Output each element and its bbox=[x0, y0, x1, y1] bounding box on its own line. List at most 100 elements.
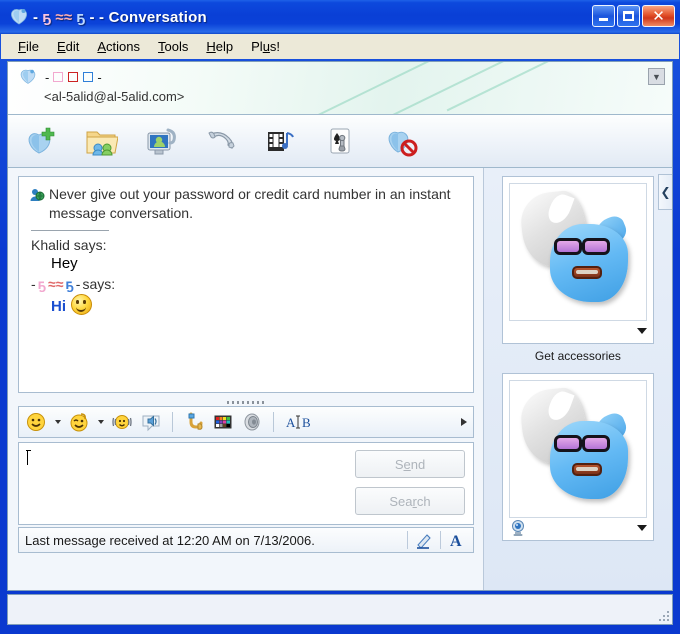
sidebar: ❮ Get accessories bbox=[482, 168, 672, 590]
webcam-monitor-icon[interactable] bbox=[144, 124, 178, 158]
menu-edit[interactable]: Edit bbox=[48, 36, 88, 57]
svg-text:B: B bbox=[302, 415, 311, 430]
search-label-post: ch bbox=[416, 493, 431, 509]
menu-actions-post: ctions bbox=[106, 39, 141, 54]
menu-help[interactable]: Help bbox=[197, 36, 242, 57]
resize-grip-icon[interactable] bbox=[656, 608, 669, 621]
smiley-emoticon bbox=[71, 294, 92, 315]
contact-glyph-box-red bbox=[68, 72, 79, 82]
title-nick-pink: ҕ bbox=[42, 8, 52, 26]
font-ab-icon[interactable]: A B bbox=[284, 411, 314, 433]
maximize-icon bbox=[623, 11, 634, 21]
wink-dropdown-caret-icon[interactable] bbox=[98, 420, 104, 424]
voice-bubble-icon[interactable] bbox=[140, 411, 162, 433]
card-chess-icon[interactable] bbox=[324, 124, 358, 158]
menu-plus[interactable]: Plus! bbox=[242, 36, 289, 57]
contact-display-picture[interactable] bbox=[508, 183, 647, 321]
menu-file[interactable]: File bbox=[9, 36, 48, 57]
contact-email: <al-5alid@al-5alid.com> bbox=[44, 89, 185, 104]
pen-handwriting-icon[interactable] bbox=[414, 530, 434, 550]
smiley-icon[interactable] bbox=[25, 411, 47, 433]
get-accessories-link[interactable]: Get accessories bbox=[484, 349, 672, 363]
minimize-icon bbox=[599, 17, 608, 21]
toolbar-separator-2 bbox=[273, 412, 274, 432]
menu-actions-acc: A bbox=[97, 39, 107, 54]
menu-file-acc: F bbox=[18, 39, 26, 54]
own-display-picture-panel bbox=[501, 373, 654, 541]
folder-contacts-icon[interactable] bbox=[84, 124, 119, 158]
wink-face-icon[interactable] bbox=[68, 411, 90, 433]
font-a-icon[interactable]: A bbox=[447, 530, 467, 550]
saxophone-icon[interactable] bbox=[183, 411, 205, 433]
close-icon: ✕ bbox=[652, 6, 665, 25]
menu-tools-post: ools bbox=[164, 39, 189, 54]
title-nick-red: ≈≈ bbox=[55, 8, 73, 26]
msg2-nick-pink: ҕ bbox=[37, 276, 47, 292]
menu-help-post: elp bbox=[215, 39, 234, 54]
menu-edit-post: dit bbox=[65, 39, 80, 54]
title-bar: - ҕ ≈≈ ҕ - - Conversation ✕ bbox=[0, 0, 680, 34]
menu-plus-acc: u bbox=[262, 39, 270, 54]
send-search-buttons: Se nd Sea r ch bbox=[355, 450, 465, 515]
menu-plus-post: s! bbox=[269, 39, 281, 54]
action-toolbar bbox=[8, 115, 672, 168]
message-input[interactable] bbox=[19, 443, 359, 524]
contact-header: - - <al-5alid@al-5alid.com> ▼ bbox=[8, 62, 672, 115]
contact-globe-icon bbox=[29, 187, 45, 203]
send-label-acc: e bbox=[403, 456, 411, 472]
svg-text:A: A bbox=[286, 415, 296, 430]
message-text-1: Hey bbox=[51, 255, 78, 272]
minimize-button[interactable] bbox=[592, 5, 615, 27]
filmstrip-note-icon[interactable] bbox=[264, 124, 298, 158]
status-separator-2 bbox=[440, 531, 441, 549]
own-picture-dropdown-caret-icon[interactable] bbox=[636, 525, 647, 531]
msg2-nick-red: ≈≈ bbox=[48, 276, 64, 292]
message-text-2: Hi bbox=[51, 294, 463, 315]
phone-handset-icon[interactable] bbox=[204, 124, 238, 158]
nudge-shake-icon[interactable] bbox=[111, 411, 133, 433]
title-nick-blue: ҕ bbox=[76, 8, 86, 26]
menu-actions[interactable]: Actions bbox=[88, 36, 149, 57]
collapse-down-icon[interactable]: ▼ bbox=[648, 68, 665, 85]
search-button[interactable]: Sea r ch bbox=[355, 487, 465, 515]
msn-butterfly-icon bbox=[8, 6, 30, 28]
smiley-dropdown-caret-icon[interactable] bbox=[55, 420, 61, 424]
speaker-icon[interactable] bbox=[241, 411, 263, 433]
warning-divider bbox=[31, 230, 109, 231]
client-area: - - <al-5alid@al-5alid.com> ▼ Never give… bbox=[7, 61, 673, 591]
color-palette-icon[interactable] bbox=[212, 411, 234, 433]
msg2-says-word: says: bbox=[82, 276, 116, 292]
close-button[interactable]: ✕ bbox=[642, 5, 675, 27]
contact-dash-left: - bbox=[45, 69, 50, 85]
svg-text:A: A bbox=[450, 533, 462, 550]
send-label-post: nd bbox=[410, 456, 426, 472]
conversation-left-pane: Never give out your password or credit c… bbox=[8, 168, 483, 590]
status-strip: Last message received at 12:20 AM on 7/1… bbox=[18, 527, 474, 553]
chat-history: Never give out your password or credit c… bbox=[18, 176, 474, 393]
title-dash: - bbox=[33, 8, 39, 26]
window-controls: ✕ bbox=[592, 5, 675, 27]
security-warning: Never give out your password or credit c… bbox=[29, 185, 463, 223]
send-button[interactable]: Se nd bbox=[355, 450, 465, 478]
maximize-button[interactable] bbox=[617, 5, 640, 27]
msg2-dash-right: - bbox=[75, 276, 81, 292]
butterfly-block-icon[interactable] bbox=[384, 124, 418, 158]
contact-glyph-box-pink bbox=[53, 72, 64, 82]
last-message-status: Last message received at 12:20 AM on 7/1… bbox=[25, 532, 315, 548]
sidebar-collapse-left-icon[interactable]: ❮ bbox=[658, 174, 672, 210]
webcam-icon[interactable] bbox=[509, 519, 527, 537]
butterfly-plus-icon[interactable] bbox=[24, 124, 58, 158]
overflow-right-arrow-icon[interactable] bbox=[461, 418, 467, 426]
contact-display-picture-panel bbox=[501, 176, 654, 344]
contact-glyph-box-blue bbox=[83, 72, 94, 82]
msg2-dash-left: - bbox=[31, 276, 36, 292]
message-sender-2: - ҕ ≈≈ ҕ - says: bbox=[31, 276, 463, 292]
menu-help-acc: H bbox=[206, 39, 216, 54]
conversation-window: - ҕ ≈≈ ҕ - - Conversation ✕ File Edit Acti… bbox=[0, 0, 680, 634]
menu-tools[interactable]: Tools bbox=[149, 36, 197, 57]
menu-bar: File Edit Actions Tools Help Plus! bbox=[1, 34, 679, 59]
contact-picture-dropdown-caret-icon[interactable] bbox=[636, 328, 647, 334]
status-separator-1 bbox=[407, 531, 408, 549]
security-warning-text: Never give out your password or credit c… bbox=[49, 186, 451, 221]
own-display-picture[interactable] bbox=[508, 380, 647, 518]
